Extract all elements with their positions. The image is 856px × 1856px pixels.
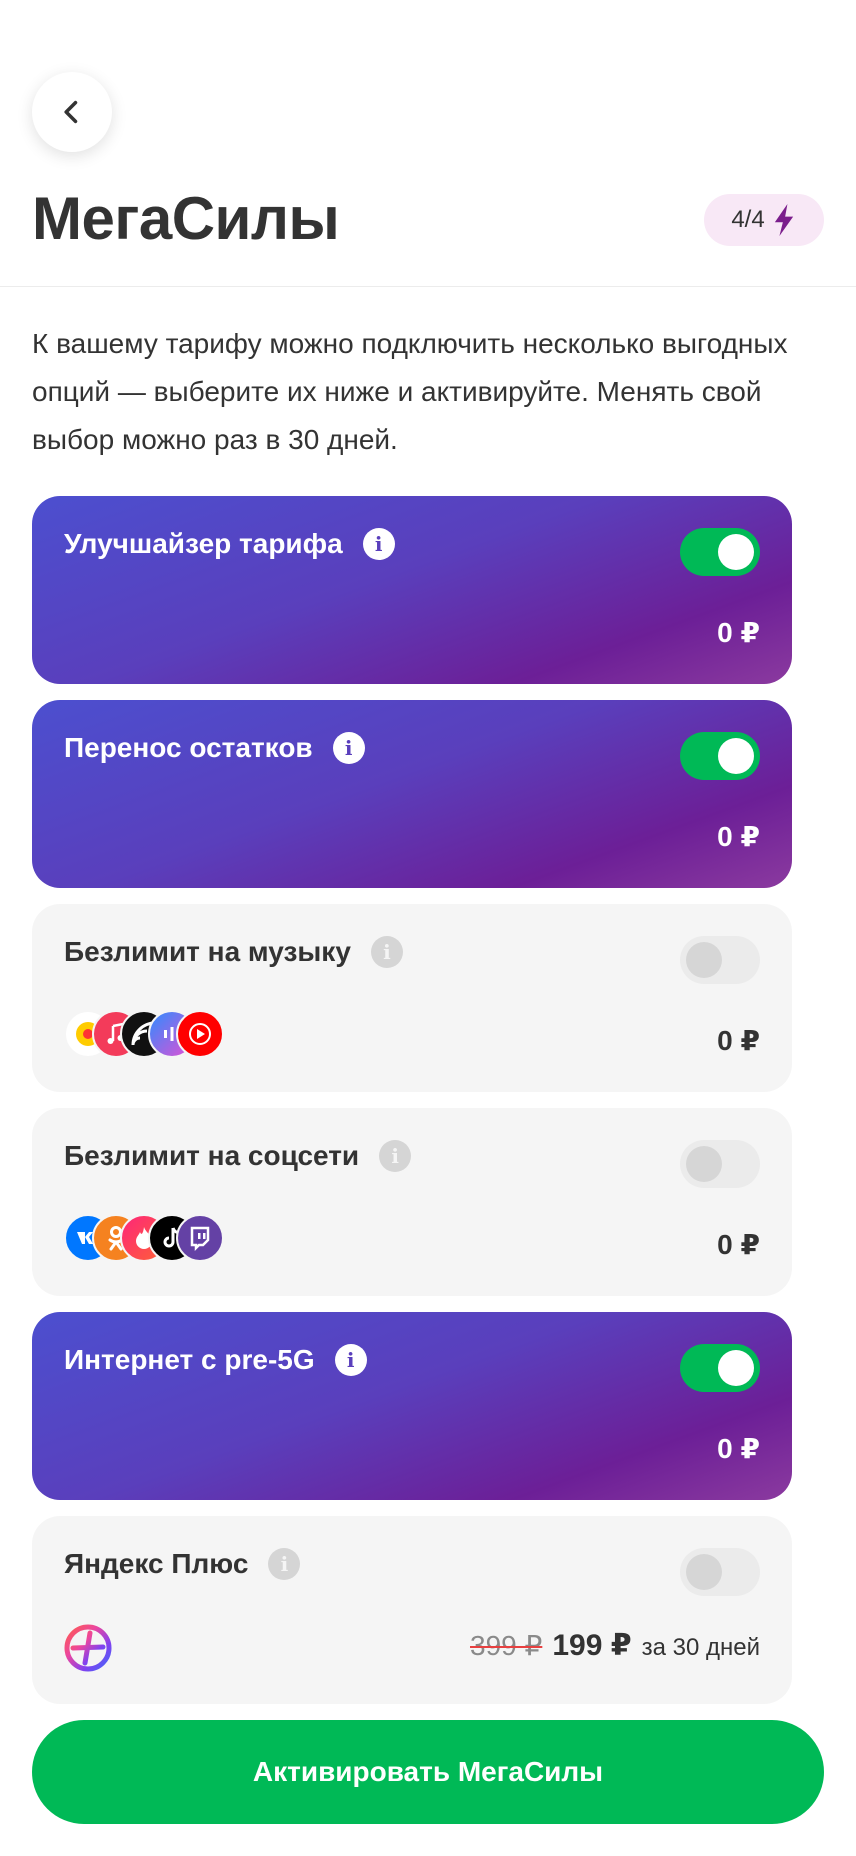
- option-card-tariff-booster[interactable]: Улучшайзер тарифа i 0 ₽: [32, 496, 792, 684]
- option-card-unlimited-music[interactable]: Безлимит на музыку i 0 ₽: [32, 904, 792, 1092]
- options-count: 4/4: [731, 206, 765, 233]
- app-icons-row: [64, 1214, 224, 1262]
- option-title: Безлимит на музыку i: [64, 936, 403, 968]
- toggle-knob: [718, 534, 754, 570]
- option-title: Яндекс Плюс i: [64, 1548, 301, 1580]
- option-price: 0 ₽: [717, 821, 760, 852]
- option-toggle[interactable]: [680, 732, 760, 780]
- app-icons-row: [64, 1010, 224, 1058]
- option-price: 0 ₽: [717, 1229, 760, 1260]
- twitch-icon: [176, 1214, 224, 1262]
- option-card-pre5g[interactable]: Интернет с pre-5G i 0 ₽: [32, 1312, 792, 1500]
- price-period: за 30 дней: [641, 1634, 760, 1661]
- option-card-rollover[interactable]: Перенос остатков i 0 ₽: [32, 700, 792, 888]
- megasily-screen: МегаСилы 4/4 К вашему тарифу можно подкл…: [0, 0, 856, 1856]
- page-title: МегаСилы: [32, 185, 340, 252]
- option-toggle[interactable]: [680, 1548, 760, 1596]
- option-toggle[interactable]: [680, 936, 760, 984]
- toggle-knob: [718, 738, 754, 774]
- info-icon[interactable]: i: [370, 936, 403, 968]
- description-text: К вашему тарифу можно подключить несколь…: [32, 328, 788, 455]
- toggle-knob: [686, 1146, 722, 1182]
- option-price: 0 ₽: [717, 1433, 760, 1464]
- options-count-badge[interactable]: 4/4: [704, 194, 824, 246]
- option-toggle[interactable]: [680, 1344, 760, 1392]
- option-price-row: 399 ₽ 199 ₽ за 30 дней: [470, 1628, 760, 1663]
- info-icon[interactable]: i: [268, 1548, 301, 1580]
- option-title: Безлимит на соцсети i: [64, 1140, 412, 1172]
- toggle-knob: [686, 1554, 722, 1590]
- lightning-icon: [774, 204, 793, 236]
- chevron-left-icon: [64, 100, 78, 124]
- yandex-plus-icon: [64, 1624, 112, 1672]
- old-price: 399 ₽: [470, 1630, 543, 1661]
- info-icon[interactable]: i: [379, 1140, 412, 1172]
- option-title: Улучшайзер тарифа i: [64, 528, 395, 560]
- header-divider: [0, 286, 856, 287]
- option-toggle[interactable]: [680, 1140, 760, 1188]
- option-price: 0 ₽: [717, 1025, 760, 1056]
- info-icon[interactable]: i: [332, 732, 365, 764]
- option-price: 0 ₽: [717, 617, 760, 648]
- option-toggle[interactable]: [680, 528, 760, 576]
- option-title: Интернет с pre-5G i: [64, 1344, 367, 1376]
- info-icon[interactable]: i: [362, 528, 395, 560]
- toggle-knob: [686, 942, 722, 978]
- toggle-knob: [718, 1350, 754, 1386]
- new-price: 199 ₽: [552, 1629, 632, 1662]
- back-button[interactable]: [32, 72, 112, 152]
- option-title: Перенос остатков i: [64, 732, 365, 764]
- info-icon[interactable]: i: [334, 1344, 367, 1376]
- youtube-music-icon: [176, 1010, 224, 1058]
- option-card-unlimited-social[interactable]: Безлимит на соцсети i 0 ₽: [32, 1108, 792, 1296]
- option-card-yandex-plus[interactable]: Яндекс Плюс i 399 ₽ 199 ₽ за 30 дней: [32, 1516, 792, 1704]
- activate-button[interactable]: Активировать МегаСилы: [32, 1720, 824, 1824]
